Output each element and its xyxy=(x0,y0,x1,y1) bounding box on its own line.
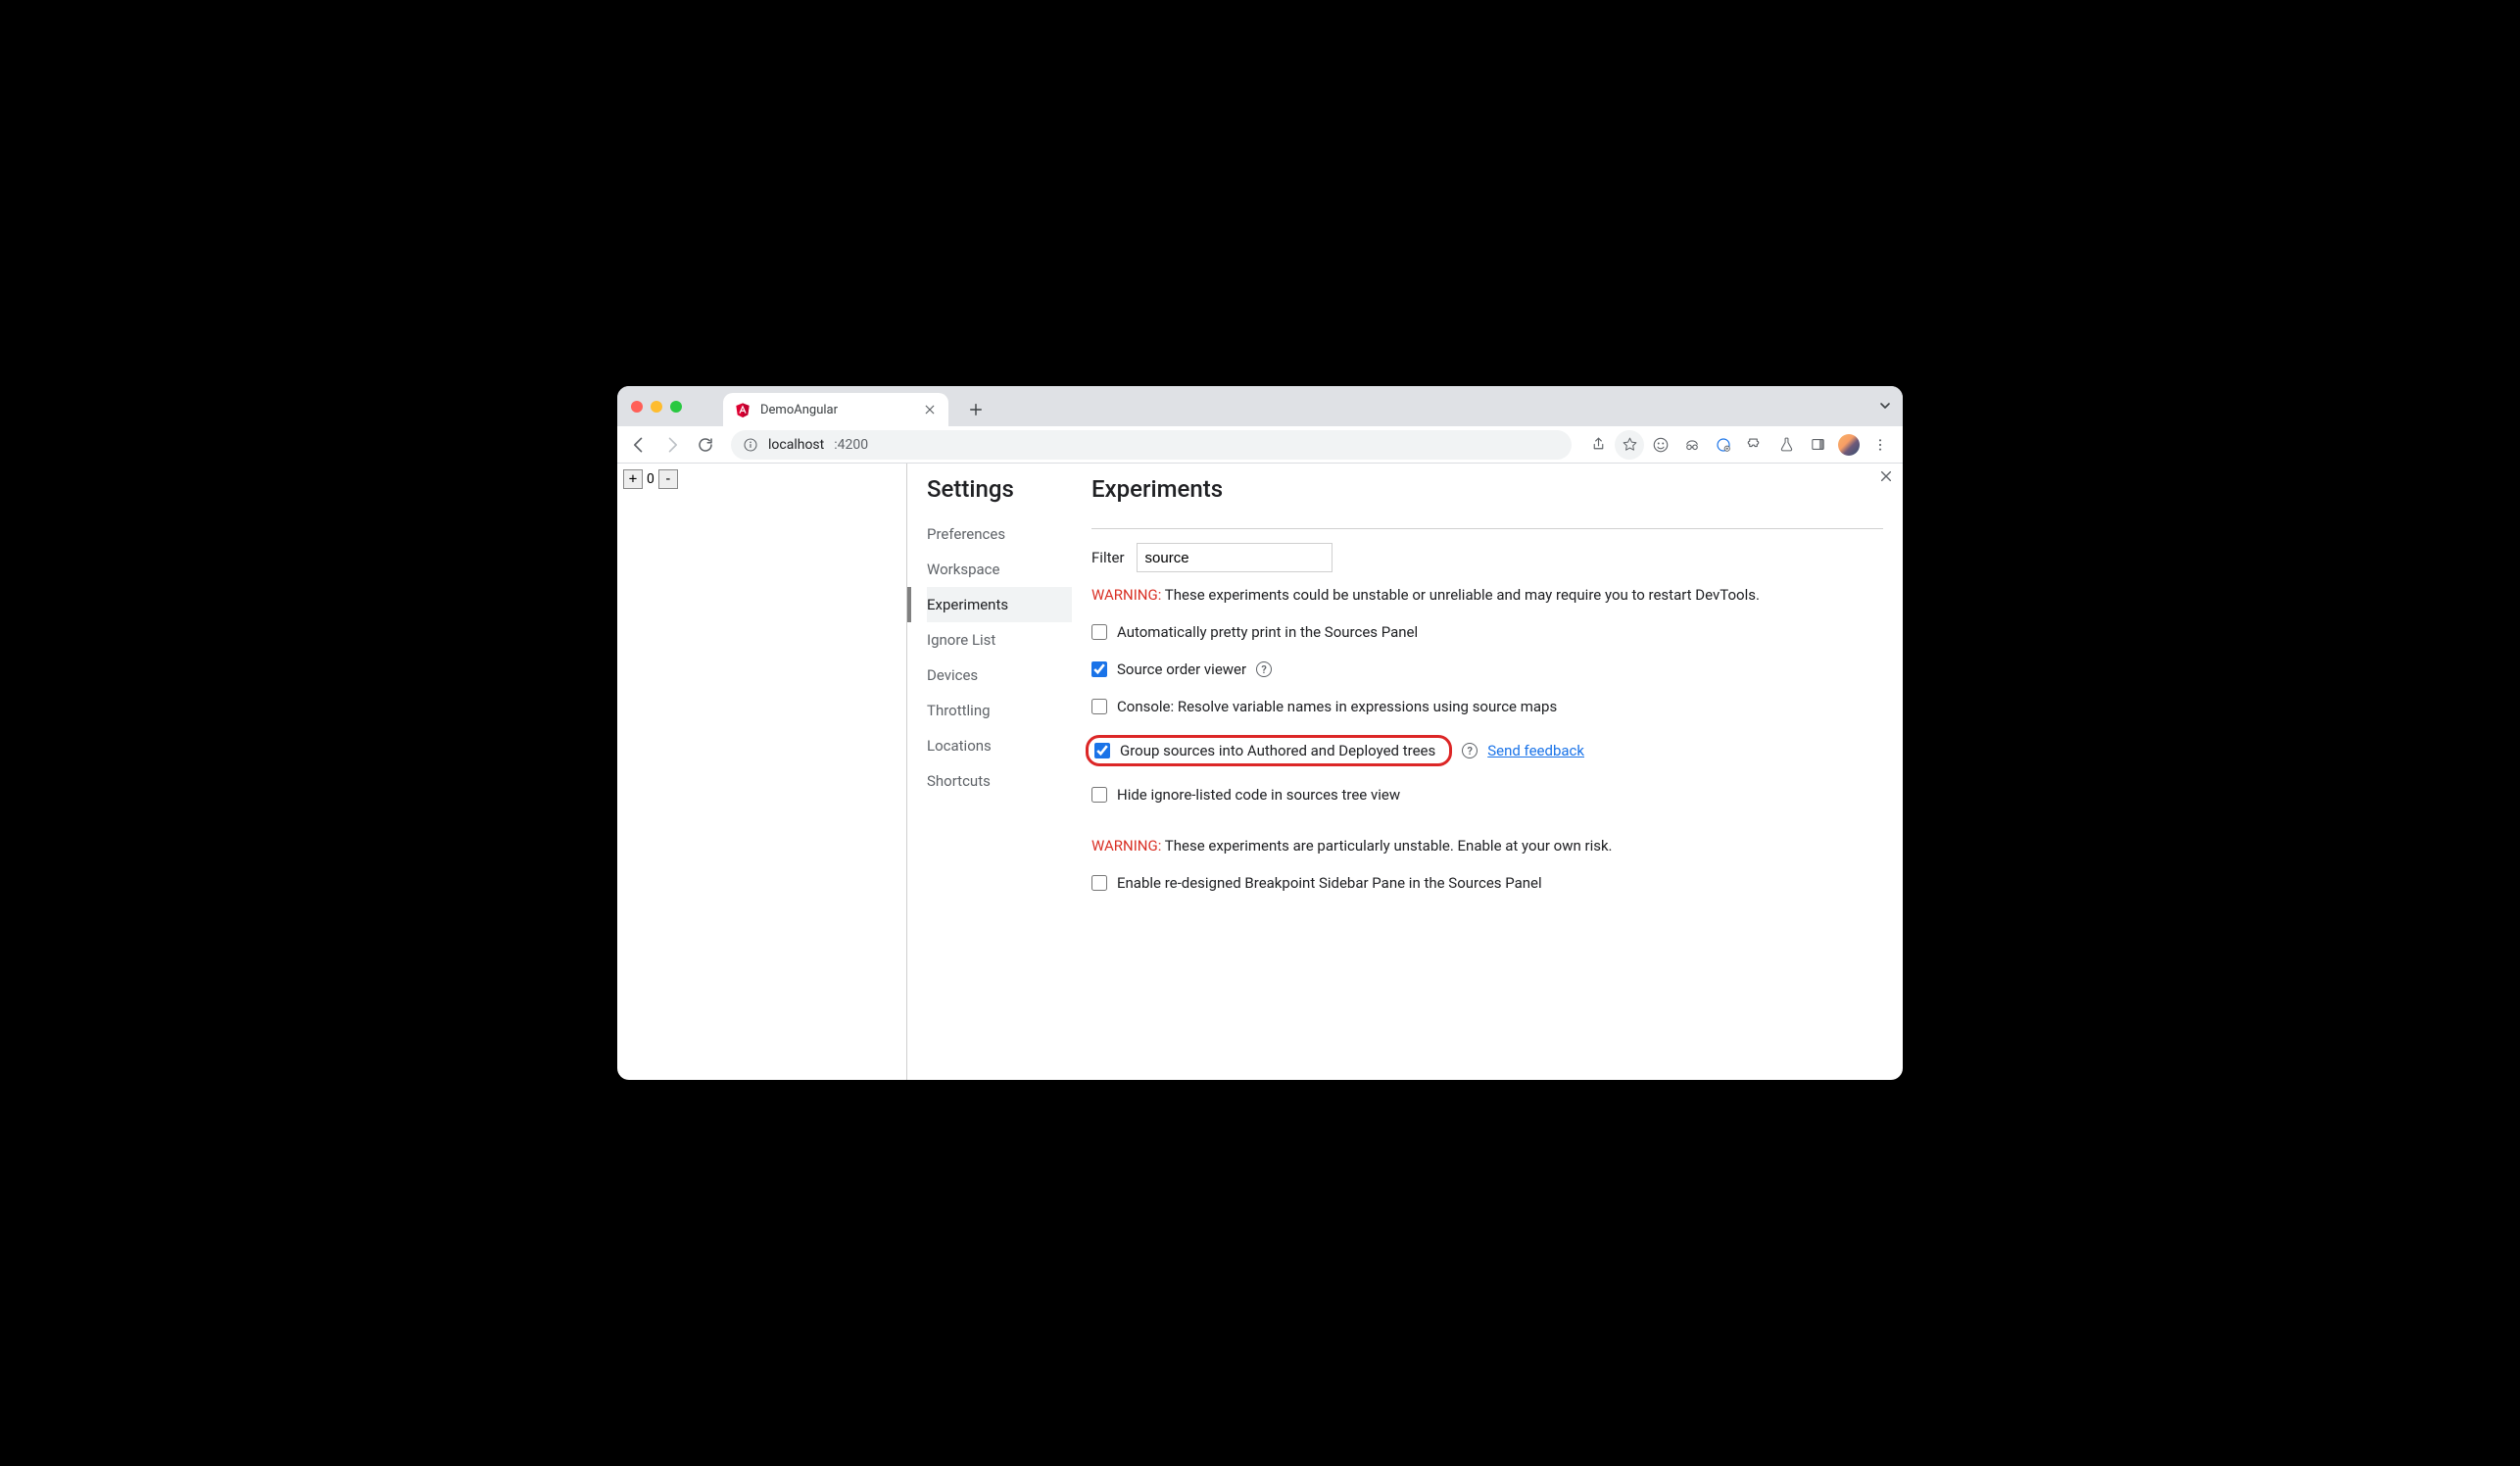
nav-item-shortcuts[interactable]: Shortcuts xyxy=(927,763,1072,799)
divider xyxy=(1091,528,1883,529)
decrement-button[interactable]: - xyxy=(658,469,678,489)
angular-favicon-icon xyxy=(735,402,751,417)
experiment-label: Automatically pretty print in the Source… xyxy=(1117,623,1418,641)
experiment-group-sources: Group sources into Authored and Deployed… xyxy=(1091,725,1883,776)
help-icon[interactable]: ? xyxy=(1256,661,1272,677)
experiments-flask-icon[interactable] xyxy=(1771,430,1801,460)
experiment-label: Hide ignore-listed code in sources tree … xyxy=(1117,786,1400,804)
filter-input[interactable] xyxy=(1137,543,1333,572)
new-tab-button[interactable] xyxy=(962,396,990,423)
filter-label: Filter xyxy=(1091,549,1125,566)
experiment-source-order-viewer: Source order viewer ? xyxy=(1091,651,1883,688)
bookmark-star-icon[interactable] xyxy=(1615,430,1644,460)
profile-avatar[interactable] xyxy=(1834,430,1864,460)
window-maximize-icon[interactable] xyxy=(670,401,682,413)
experiment-pretty-print: Automatically pretty print in the Source… xyxy=(1091,613,1883,651)
nav-item-workspace[interactable]: Workspace xyxy=(927,552,1072,587)
counter-value: 0 xyxy=(645,471,656,487)
experiment-label: Console: Resolve variable names in expre… xyxy=(1117,698,1557,715)
reload-button[interactable] xyxy=(692,431,719,459)
close-settings-icon[interactable] xyxy=(1879,469,1893,487)
settings-sidebar: Settings Preferences Workspace Experimen… xyxy=(907,464,1072,1080)
checkbox-console-resolve[interactable] xyxy=(1091,699,1107,714)
panel-title: Experiments xyxy=(1091,475,1883,513)
experiment-hide-ignored: Hide ignore-listed code in sources tree … xyxy=(1091,776,1883,813)
side-panel-icon[interactable] xyxy=(1803,430,1832,460)
site-info-icon[interactable] xyxy=(743,437,758,453)
nav-item-ignore-list[interactable]: Ignore List xyxy=(927,622,1072,658)
tab-strip: DemoAngular xyxy=(617,386,1903,426)
experiments-panel: Experiments Filter WARNING: These experi… xyxy=(1072,464,1903,1080)
checkbox-hide-ignored[interactable] xyxy=(1091,787,1107,803)
checkbox-source-order-viewer[interactable] xyxy=(1091,661,1107,677)
experiment-console-resolve: Console: Resolve variable names in expre… xyxy=(1091,688,1883,725)
help-icon[interactable]: ? xyxy=(1462,743,1478,758)
increment-button[interactable]: + xyxy=(623,469,643,489)
browser-tab[interactable]: DemoAngular xyxy=(723,393,948,426)
nav-item-experiments[interactable]: Experiments xyxy=(927,587,1072,622)
tab-overflow-button[interactable] xyxy=(1877,398,1893,417)
send-feedback-link[interactable]: Send feedback xyxy=(1487,742,1584,759)
experiment-breakpoint-sidebar: Enable re-designed Breakpoint Sidebar Pa… xyxy=(1091,864,1883,902)
experiments-list: Automatically pretty print in the Source… xyxy=(1091,613,1883,813)
nav-item-throttling[interactable]: Throttling xyxy=(927,693,1072,728)
highlighted-experiment: Group sources into Authored and Deployed… xyxy=(1086,735,1452,766)
extension-user-icon[interactable] xyxy=(1646,430,1675,460)
address-bar[interactable]: localhost :4200 xyxy=(731,430,1572,460)
tab-title: DemoAngular xyxy=(760,403,913,417)
extension-incognito-icon[interactable] xyxy=(1677,430,1707,460)
url-host: localhost xyxy=(768,437,824,453)
nav-item-locations[interactable]: Locations xyxy=(927,728,1072,763)
checkbox-pretty-print[interactable] xyxy=(1091,624,1107,640)
page-content: + 0 - xyxy=(617,464,907,1080)
overflow-menu-icon[interactable] xyxy=(1866,430,1895,460)
checkbox-group-sources[interactable] xyxy=(1094,743,1110,758)
experiment-label: Group sources into Authored and Deployed… xyxy=(1120,742,1435,759)
forward-button[interactable] xyxy=(658,431,686,459)
experiments-list-risky: Enable re-designed Breakpoint Sidebar Pa… xyxy=(1091,864,1883,902)
content-area: + 0 - Settings Preferences Workspace Exp… xyxy=(617,464,1903,1080)
window-close-icon[interactable] xyxy=(631,401,643,413)
settings-title: Settings xyxy=(927,475,1072,503)
warning-unstable: WARNING: These experiments could be unst… xyxy=(1091,586,1883,604)
filter-row: Filter xyxy=(1091,543,1883,572)
back-button[interactable] xyxy=(625,431,653,459)
experiment-label: Source order viewer xyxy=(1117,660,1246,678)
experiment-label: Enable re-designed Breakpoint Sidebar Pa… xyxy=(1117,874,1542,892)
window-minimize-icon[interactable] xyxy=(651,401,662,413)
settings-nav: Preferences Workspace Experiments Ignore… xyxy=(927,516,1072,799)
close-tab-icon[interactable] xyxy=(923,403,937,416)
share-icon[interactable] xyxy=(1583,430,1613,460)
extensions-puzzle-icon[interactable] xyxy=(1740,430,1769,460)
nav-item-devices[interactable]: Devices xyxy=(927,658,1072,693)
browser-toolbar: localhost :4200 xyxy=(617,426,1903,464)
nav-item-preferences[interactable]: Preferences xyxy=(927,516,1072,552)
window-controls xyxy=(627,386,690,426)
url-port: :4200 xyxy=(834,437,868,453)
checkbox-breakpoint-sidebar[interactable] xyxy=(1091,875,1107,891)
browser-window: DemoAngular localhost :4200 xyxy=(617,386,1903,1080)
warning-very-unstable: WARNING: These experiments are particula… xyxy=(1091,837,1883,855)
devtools-settings: Settings Preferences Workspace Experimen… xyxy=(907,464,1903,1080)
extension-devtools-icon[interactable] xyxy=(1709,430,1738,460)
